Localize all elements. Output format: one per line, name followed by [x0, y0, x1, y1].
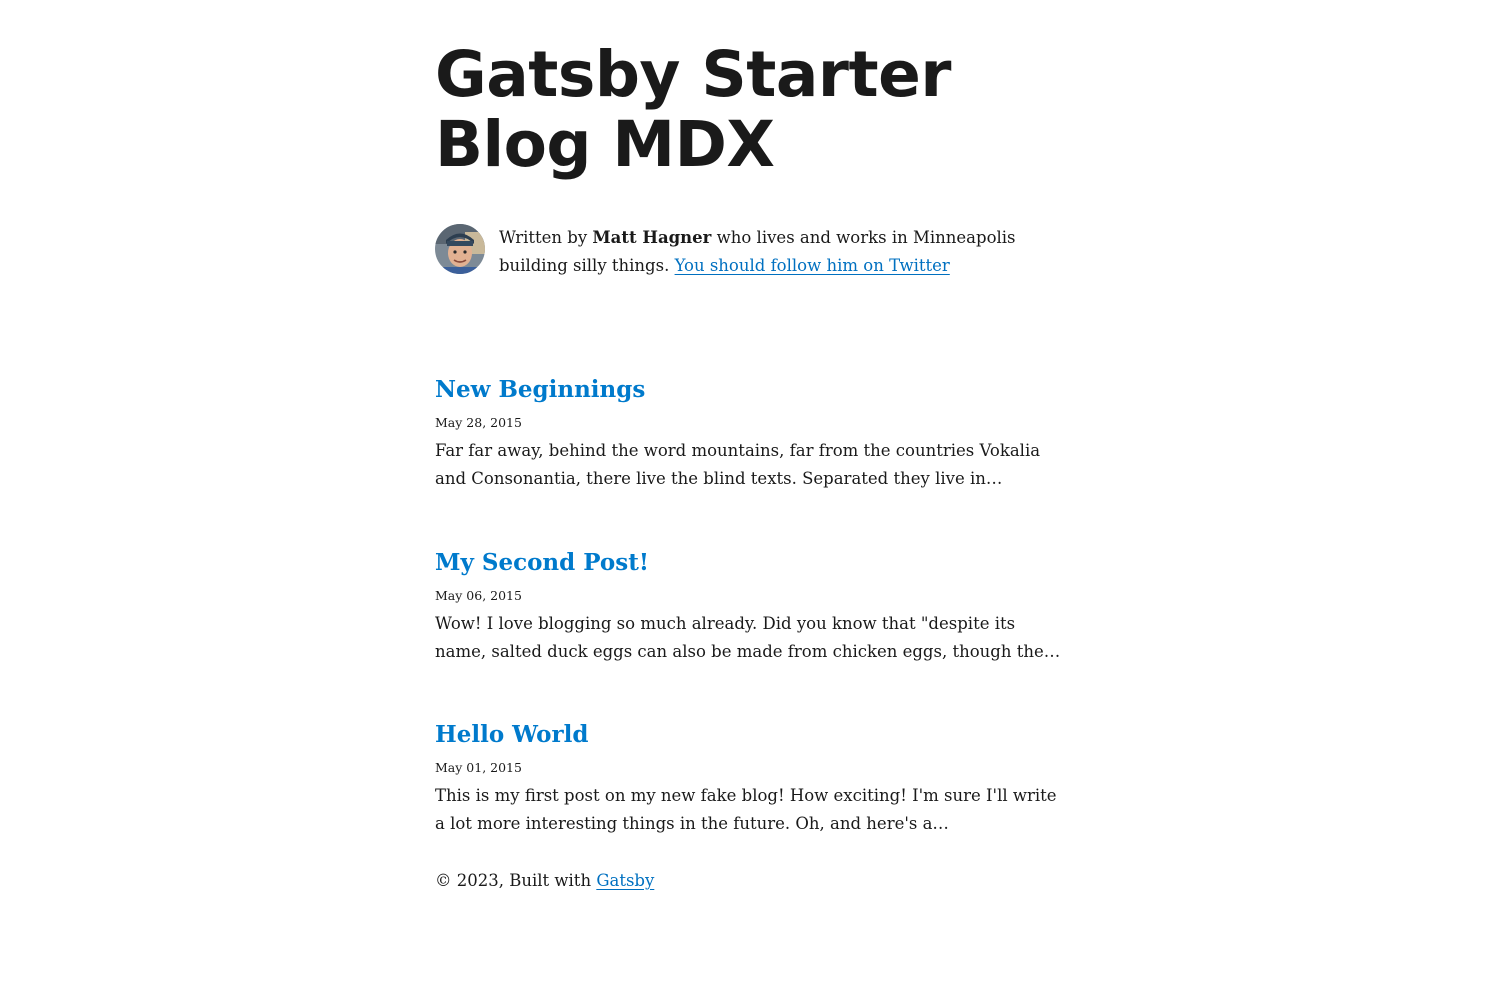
footer-copyright: © 2023, Built with: [435, 871, 597, 890]
author-name: Matt Hagner: [592, 228, 712, 247]
post-excerpt: Wow! I love blogging so much already. Di…: [435, 614, 1061, 661]
post-date: May 01, 2015: [435, 760, 522, 775]
post-title-link[interactable]: My Second Post!: [435, 547, 1065, 579]
site-footer: © 2023, Built with Gatsby: [435, 867, 654, 895]
post-excerpt: This is my first post on my new fake blo…: [435, 786, 1057, 833]
post-title-link[interactable]: New Beginnings: [435, 374, 1065, 406]
post-item: New Beginnings May 28, 2015 Far far away…: [435, 374, 1065, 493]
post-item: My Second Post! May 06, 2015 Wow! I love…: [435, 547, 1065, 666]
post-item: Hello World May 01, 2015 This is my firs…: [435, 719, 1065, 838]
author-avatar: [435, 224, 485, 274]
site-title-line-2[interactable]: Blog MDX: [435, 108, 775, 181]
post-title-link[interactable]: Hello World: [435, 719, 1065, 751]
bio-text: Written by Matt Hagner who lives and wor…: [499, 224, 1065, 280]
gatsby-link[interactable]: Gatsby: [596, 871, 654, 890]
post-date: May 06, 2015: [435, 588, 522, 603]
bio-prefix: Written by: [499, 228, 593, 247]
post-date: May 28, 2015: [435, 415, 522, 430]
site-title-line-1[interactable]: Gatsby Starter: [435, 38, 951, 111]
site-title[interactable]: Gatsby Starter Blog MDX: [435, 40, 1065, 180]
post-excerpt: Far far away, behind the word mountains,…: [435, 441, 1041, 488]
twitter-link[interactable]: You should follow him on Twitter: [675, 256, 950, 275]
